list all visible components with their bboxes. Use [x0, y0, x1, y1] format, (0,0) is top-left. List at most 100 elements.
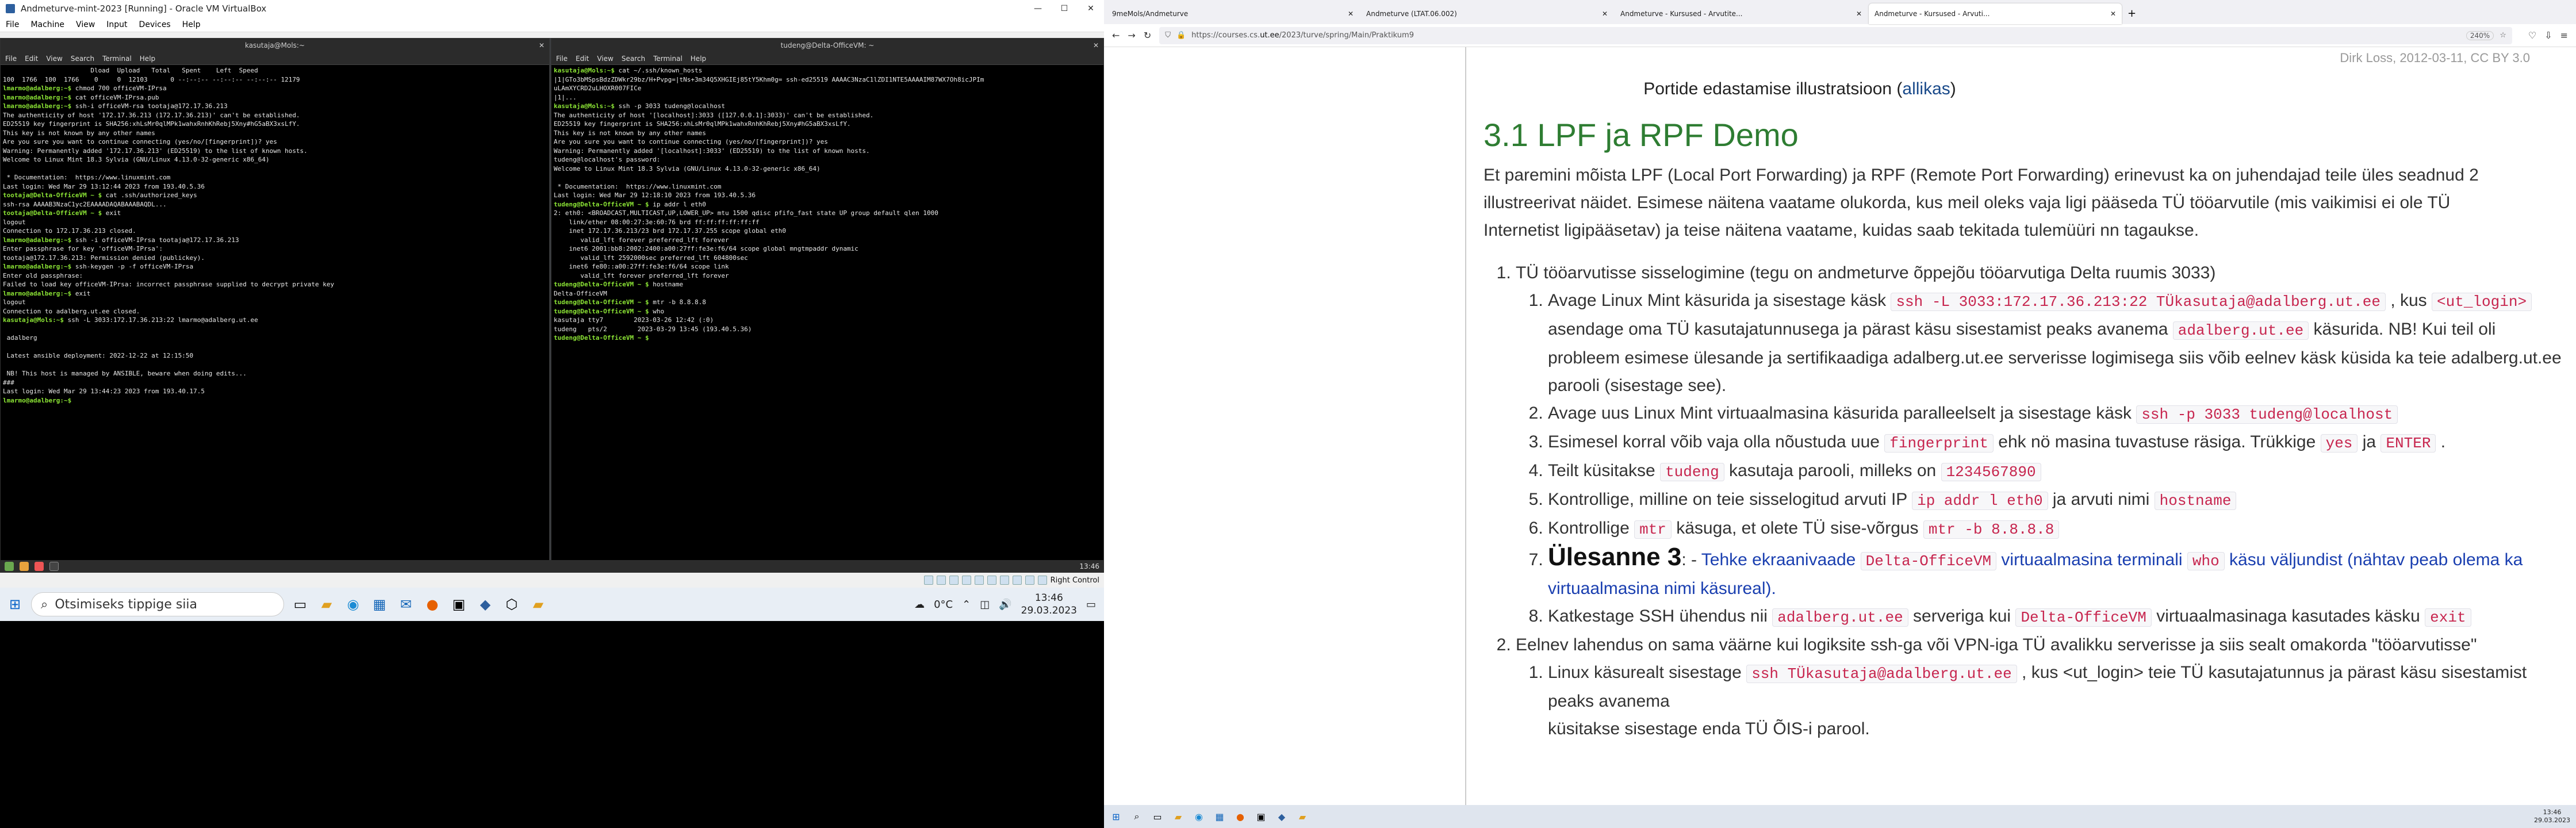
- taskbar-clock[interactable]: 13:46 29.03.2023: [2534, 808, 2576, 825]
- steps-list: TÜ tööarvutisse sisselogimine (tegu on a…: [1483, 259, 2564, 743]
- url-bar[interactable]: ⛉ 🔒 https://courses.cs.ut.ee/2023/turve/…: [1159, 26, 2512, 44]
- minimize-button[interactable]: —: [1025, 4, 1051, 13]
- guest-desktop: kasutaja@Mols:~ ✕ File Edit View Search Termi…: [0, 38, 1104, 573]
- usb-icon[interactable]: [974, 576, 984, 585]
- menu-help[interactable]: Help: [140, 55, 155, 63]
- menu-terminal[interactable]: Terminal: [653, 55, 683, 63]
- notification-icon[interactable]: ▭: [1086, 599, 1096, 611]
- menu-view[interactable]: View: [46, 55, 62, 63]
- terminal-output[interactable]: kasutaja@Mols:~$ cat ~/.ssh/known_hosts |…: [551, 65, 1103, 344]
- menu-help[interactable]: Help: [691, 55, 706, 63]
- menu-search[interactable]: Search: [71, 55, 94, 63]
- menu-icon[interactable]: ≡: [2560, 30, 2576, 41]
- terminal-line: Are you sure you want to continue connec…: [3, 138, 277, 145]
- tab-github[interactable]: 9meMols/Andmeturve ✕: [1106, 3, 1359, 24]
- menu-edit[interactable]: Edit: [25, 55, 38, 63]
- extensions-icon[interactable]: ⇩: [2544, 30, 2552, 41]
- network-icon[interactable]: [961, 576, 971, 585]
- recording-icon[interactable]: [1012, 576, 1022, 585]
- file-explorer-icon[interactable]: ▰: [1172, 810, 1184, 823]
- terminal-output[interactable]: Dload Upload Total Spent Left Speed 100 1…: [1, 65, 549, 406]
- lock-icon[interactable]: 🔒: [1176, 31, 1186, 40]
- keyboard-icon[interactable]: [1037, 576, 1047, 585]
- menu-view[interactable]: View: [597, 55, 613, 63]
- menu-file[interactable]: File: [6, 20, 19, 29]
- tab-active[interactable]: Andmeturve - Kursused - Arvuti... ✕: [1869, 3, 2122, 24]
- maximize-button[interactable]: ☐: [1051, 4, 1078, 13]
- taskbar-clock[interactable]: 13:46 29.03.2023: [1021, 592, 1077, 617]
- close-icon[interactable]: ✕: [1093, 41, 1099, 49]
- audio-icon[interactable]: [949, 576, 959, 585]
- terminal-line: |1|GTo3bMSpsBdzZDWkr29bz/H+Pvpg=|tNs+3m3…: [554, 75, 984, 83]
- menu-edit[interactable]: Edit: [576, 55, 589, 63]
- taskbar-search[interactable]: ⌕ Otsimiseks tippige siia: [31, 592, 284, 616]
- virtualbox-icon[interactable]: ◆: [1275, 810, 1288, 823]
- terminal-line: valid_lft forever preferred_lft forever: [554, 236, 729, 244]
- menu-terminal[interactable]: Terminal: [102, 55, 132, 63]
- close-icon[interactable]: ✕: [2110, 10, 2116, 18]
- close-icon[interactable]: ✕: [1602, 10, 1608, 18]
- menu-devices[interactable]: Devices: [139, 20, 171, 29]
- terminal-window-right[interactable]: tudeng@Delta-OfficeVM: ~ ✕ File Edit View Se…: [551, 38, 1104, 561]
- new-tab-icon[interactable]: +: [2123, 7, 2141, 24]
- pocket-icon[interactable]: ♡: [2528, 30, 2536, 41]
- folder-icon[interactable]: ▰: [1296, 810, 1309, 823]
- menu-input[interactable]: Input: [106, 20, 127, 29]
- zoom-indicator[interactable]: 240%: [2466, 30, 2494, 40]
- virtualbox-icon[interactable]: ◆: [475, 594, 496, 615]
- shared-folder-icon[interactable]: [987, 576, 996, 585]
- task-view-icon[interactable]: ▭: [1151, 810, 1164, 823]
- close-icon[interactable]: ✕: [1348, 10, 1354, 18]
- optical-icon[interactable]: [936, 576, 946, 585]
- menu-machine[interactable]: Machine: [30, 20, 64, 29]
- hdd-icon[interactable]: [923, 576, 933, 585]
- back-icon[interactable]: ←: [1112, 30, 1120, 41]
- bookmark-star-icon[interactable]: ☆: [2500, 31, 2506, 40]
- terminal-titlebar: tudeng@Delta-OfficeVM: ~ ✕: [551, 39, 1103, 52]
- firefox-icon[interactable]: ●: [422, 594, 443, 615]
- terminal-icon[interactable]: ▣: [1255, 810, 1267, 823]
- mail-icon[interactable]: ✉: [396, 594, 416, 615]
- weather-temp[interactable]: 0°C: [934, 599, 953, 611]
- menu-help[interactable]: Help: [182, 20, 201, 29]
- close-button[interactable]: ✕: [1078, 4, 1104, 13]
- file-explorer-icon[interactable]: ▰: [316, 594, 337, 615]
- firefox-icon[interactable]: ●: [1234, 810, 1247, 823]
- menu-file[interactable]: File: [556, 55, 568, 63]
- task-view-icon[interactable]: ▭: [290, 594, 310, 615]
- source-link[interactable]: allikas: [1902, 79, 1950, 98]
- forward-icon[interactable]: →: [1128, 30, 1135, 41]
- terminal-icon[interactable]: ▣: [448, 594, 469, 615]
- menu-file[interactable]: File: [5, 55, 17, 63]
- chevron-up-icon[interactable]: ⌃: [962, 599, 971, 611]
- shield-icon[interactable]: ⛉: [1165, 31, 1171, 40]
- mouse-integration-icon[interactable]: [1025, 576, 1034, 585]
- weather-icon[interactable]: ☁: [914, 599, 925, 611]
- reload-icon[interactable]: ↻: [1144, 30, 1151, 41]
- menu-search[interactable]: Search: [622, 55, 645, 63]
- edge-icon[interactable]: ◉: [1193, 810, 1205, 823]
- store-icon[interactable]: ▦: [369, 594, 390, 615]
- tab-course[interactable]: Andmeturve (LTAT.06.002) ✕: [1360, 3, 1613, 24]
- windows-taskbar-2: ⊞ ⌕ ▭ ▰ ◉ ▦ ● ▣ ◆ ▰ 13:46 29.03.2023: [1104, 805, 2576, 828]
- close-icon[interactable]: ✕: [1856, 10, 1862, 18]
- mint-menu-icon[interactable]: [5, 562, 14, 571]
- firefox-icon[interactable]: [34, 562, 44, 571]
- files-icon[interactable]: [20, 562, 29, 571]
- tab-kursused[interactable]: Andmeturve - Kursused - Arvutite... ✕: [1615, 3, 1868, 24]
- folder-icon[interactable]: ▰: [528, 594, 549, 615]
- display-icon[interactable]: [999, 576, 1009, 585]
- store-icon[interactable]: ▦: [1213, 810, 1226, 823]
- terminal-icon[interactable]: [49, 562, 59, 571]
- windows-start-icon[interactable]: ⊞: [5, 594, 25, 615]
- search-icon[interactable]: ⌕: [1130, 810, 1143, 823]
- edge-icon[interactable]: ◉: [343, 594, 363, 615]
- volume-icon[interactable]: 🔊: [999, 599, 1011, 611]
- box-icon[interactable]: ⬡: [501, 594, 522, 615]
- menu-view[interactable]: View: [76, 20, 95, 29]
- network-icon[interactable]: ◫: [980, 599, 990, 611]
- windows-start-icon[interactable]: ⊞: [1110, 810, 1122, 823]
- close-icon[interactable]: ✕: [539, 41, 545, 49]
- terminal-window-left[interactable]: kasutaja@Mols:~ ✕ File Edit View Search Termi…: [0, 38, 550, 561]
- figure-caption: Portide edastamise illustratsioon (allik…: [1483, 79, 2116, 99]
